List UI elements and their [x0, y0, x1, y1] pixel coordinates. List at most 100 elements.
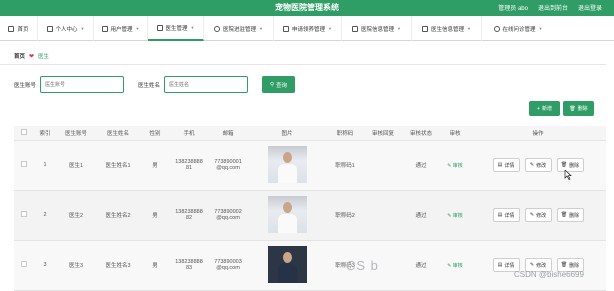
nav-label: 医院进驻管理: [223, 26, 257, 33]
col-index: 索引: [34, 126, 56, 141]
search-bar: 医生账号 医生姓名 ⚲查询: [14, 76, 296, 93]
doctor-photo[interactable]: [267, 245, 307, 283]
cell-audit: ✎ 审核: [440, 190, 470, 241]
nav-adoption[interactable]: 申请领养管理 ▼: [274, 16, 342, 41]
main-nav: 首页 个人中心 ▼ 用户管理 ▼ 医生管理 ▼ 医院进驻管理 ▼ 申请领养管理 ▼ 医院信…: [0, 16, 614, 41]
nav-home[interactable]: 首页: [0, 16, 38, 41]
cell-title: 职称码1: [326, 140, 364, 191]
divider: [0, 64, 606, 65]
chevron-down-icon: ▼: [397, 26, 401, 31]
detail-button[interactable]: ▤ 详情: [492, 208, 520, 222]
row-checkbox[interactable]: [21, 261, 27, 267]
detail-icon: ▤: [497, 212, 503, 218]
phone-line: 82: [185, 215, 193, 221]
nav-label: 用户管理: [110, 26, 133, 33]
delete-label: 删除: [569, 162, 580, 169]
detail-label: 详情: [504, 162, 515, 169]
back-to-front-link[interactable]: 退出到前台: [538, 3, 568, 12]
audit-link[interactable]: ✎ 审核: [447, 163, 463, 169]
trash-icon: 🗑: [560, 262, 568, 268]
delete-label: 删除: [569, 212, 580, 219]
cell-index: 2: [34, 190, 56, 241]
cell-account: 医生2: [56, 190, 96, 241]
audit-link[interactable]: ✎ 审核: [447, 263, 463, 269]
cell-index: 3: [34, 240, 56, 291]
name-input[interactable]: [164, 76, 249, 93]
col-status: 审核状态: [402, 126, 440, 141]
mouse-cursor-icon: [564, 170, 572, 180]
batch-delete-button[interactable]: 🗑 删除: [563, 101, 594, 116]
cell-actions: ▤ 详情 ✎ 修改 🗑 删除: [470, 140, 606, 191]
cell-gender: 男: [140, 240, 170, 291]
chevron-down-icon: ▼: [190, 25, 195, 30]
nav-label: 申请领养管理: [292, 26, 326, 33]
col-title: 职称码: [326, 126, 364, 141]
doctor-photo[interactable]: [267, 195, 307, 233]
breadcrumb-home[interactable]: 首页: [14, 52, 25, 60]
detail-icon: ▤: [497, 262, 503, 268]
row-checkbox[interactable]: [21, 211, 27, 217]
account-label: 医生账号: [14, 82, 37, 89]
table-header: 索引 医生账号 医生姓名 性别 手机 邮箱 图片 职称码 审核回复 审核状态 审…: [14, 126, 606, 141]
logout-link[interactable]: 退出登录: [578, 3, 602, 12]
admin-label: 管理员 abo: [498, 6, 528, 12]
watermark-overlay: CS b: [346, 258, 379, 273]
row-checkbox[interactable]: [21, 161, 27, 167]
cell-gender: 男: [140, 190, 170, 241]
cell-index: 1: [34, 140, 56, 191]
nav-label: 医生信息管理: [431, 26, 465, 33]
breadcrumb-current: 医生: [38, 54, 50, 60]
email-line: @qq.com: [216, 265, 240, 271]
table-row: 3 医生3 医生姓名3 男 138238888 83 773890003 @qq.c…: [14, 240, 606, 291]
chevron-down-icon: ▼: [259, 26, 263, 31]
nav-users[interactable]: 用户管理 ▼: [94, 16, 148, 41]
col-reply: 审核回复: [364, 126, 402, 141]
nav-hospital-entry[interactable]: 医院进驻管理 ▼: [204, 16, 274, 41]
phone-line: 81: [185, 165, 193, 171]
heart-icon: ❤: [29, 53, 35, 60]
phone-line: 83: [185, 265, 193, 271]
nav-profile[interactable]: 个人中心 ▼: [38, 16, 94, 41]
chevron-down-icon: ▼: [80, 26, 85, 31]
edit-icon: ✎: [529, 212, 535, 218]
cell-account: 医生3: [56, 240, 96, 291]
delete-label: 删除: [577, 106, 588, 112]
cell-audit: ✎ 审核: [440, 140, 470, 191]
select-all-cell[interactable]: [14, 126, 34, 141]
audit-label: 审核: [452, 162, 463, 169]
add-button[interactable]: + 新增: [529, 101, 560, 116]
trash-icon: 🗑: [569, 105, 576, 112]
nav-label: 医生管理: [165, 25, 188, 32]
cell-title: 职称码2: [326, 190, 364, 241]
cell-phone: 138238888 82: [170, 190, 208, 241]
edit-icon: ✎: [529, 162, 535, 168]
email-line: @qq.com: [216, 165, 240, 171]
search-button[interactable]: ⚲ 查询: [262, 76, 296, 93]
chevron-down-icon: ▼: [538, 26, 543, 31]
header-links: 管理员 abo 退出到前台 退出登录: [498, 3, 602, 12]
nav-hospital-info[interactable]: 医院信息管理 ▼: [342, 16, 412, 41]
edit-button[interactable]: ✎ 修改: [524, 208, 552, 222]
nav-doctors[interactable]: 医生管理 ▼: [148, 16, 204, 41]
account-input[interactable]: [40, 76, 125, 93]
audit-link[interactable]: ✎ 审核: [447, 213, 463, 219]
cell-reply: [364, 140, 402, 191]
cell-name: 医生姓名3: [96, 240, 140, 291]
delete-button[interactable]: 🗑 删除: [556, 208, 584, 222]
select-all-checkbox[interactable]: [21, 128, 27, 135]
cell-status: 通过: [402, 240, 440, 291]
edit-button[interactable]: ✎ 修改: [524, 158, 552, 172]
detail-button[interactable]: ▤ 详情: [492, 158, 520, 172]
clock-icon: [214, 25, 220, 32]
chevron-down-icon: ▼: [135, 26, 140, 31]
doctor-icon: [156, 24, 163, 31]
nav-doctor-info[interactable]: 医生信息管理 ▼: [412, 16, 482, 41]
detail-label: 详情: [504, 262, 515, 269]
nav-consult[interactable]: 在线问诊管理 ▼: [482, 16, 554, 41]
cell-email: 773890003 @qq.com: [208, 240, 248, 291]
cell-photo: [248, 240, 326, 291]
plus-icon: +: [537, 105, 540, 112]
row-select-cell: [14, 240, 34, 291]
doctor-photo[interactable]: [267, 145, 307, 183]
cell-account: 医生1: [56, 140, 96, 191]
